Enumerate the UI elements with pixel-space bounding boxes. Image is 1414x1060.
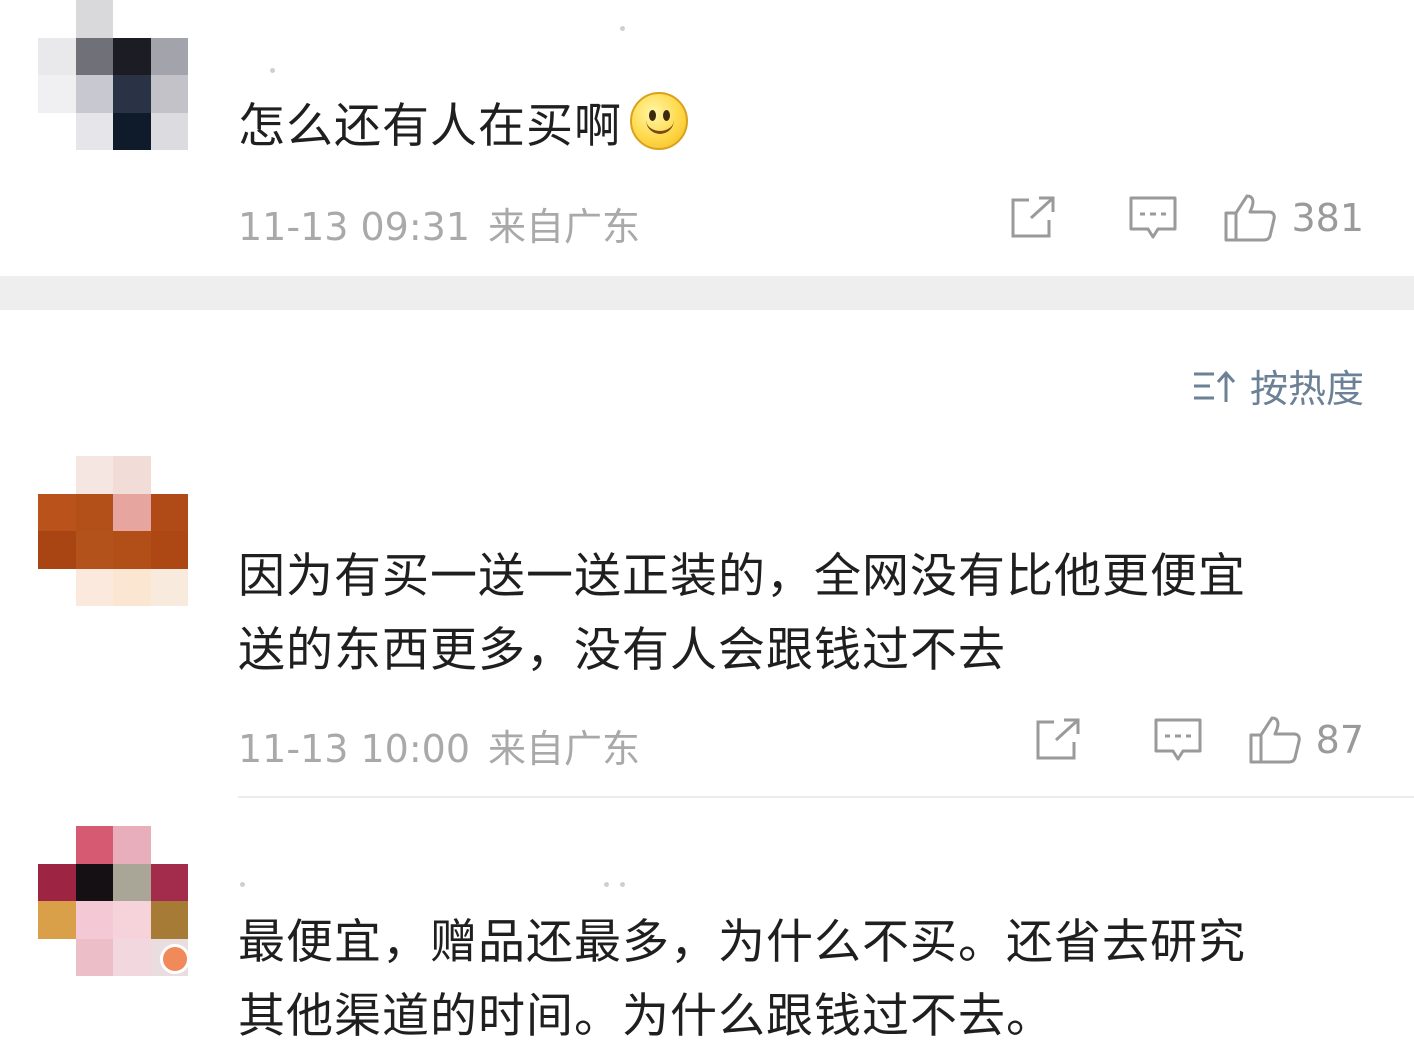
comment-icon xyxy=(1154,718,1202,761)
username-placeholder xyxy=(270,68,275,73)
like-button[interactable]: 87 xyxy=(1248,710,1364,770)
comment-location: 来自广东 xyxy=(488,205,641,249)
reply-button[interactable] xyxy=(1093,188,1213,248)
share-icon xyxy=(1011,196,1055,238)
username-placeholder xyxy=(620,26,625,31)
share-button[interactable] xyxy=(998,710,1118,770)
comment-actions: 87 xyxy=(998,710,1364,770)
comment-meta: 11-13 09:31 来自广东 xyxy=(238,196,640,251)
comment-actions: 381 xyxy=(973,188,1364,248)
share-button[interactable] xyxy=(973,188,1093,248)
comment-text-line: 其他渠道的时间。为什么跟钱过不去。 xyxy=(238,989,1054,1044)
sort-icon xyxy=(1193,370,1236,402)
sort-toggle[interactable]: 按热度 xyxy=(1192,358,1364,413)
reply-button[interactable] xyxy=(1118,710,1238,770)
avatar[interactable] xyxy=(38,0,188,150)
username-placeholder xyxy=(604,882,609,887)
comment-text: 怎么还有人在买啊 xyxy=(238,90,688,164)
thumbs-up-icon xyxy=(1249,716,1301,764)
sort-label: 按热度 xyxy=(1249,367,1364,411)
comment-date: 11-13 09:31 xyxy=(238,205,471,249)
comment-date: 11-13 10:00 xyxy=(238,727,471,771)
share-icon xyxy=(1036,718,1080,760)
comment-text: 因为有买一送一送正装的，全网没有比他更便宜 送的东西更多，没有人会跟钱过不去 xyxy=(238,540,1246,688)
like-count: 381 xyxy=(1291,196,1364,240)
like-count: 87 xyxy=(1315,718,1364,762)
like-button[interactable]: 381 xyxy=(1223,188,1364,248)
comment-meta: 11-13 10:00 来自广东 xyxy=(238,718,640,773)
thumbs-up-icon xyxy=(1224,194,1277,242)
avatar[interactable] xyxy=(38,456,188,606)
verified-badge-icon xyxy=(160,944,190,974)
comment-text: 最便宜，赠品还最多，为什么不买。还省去研究 其他渠道的时间。为什么跟钱过不去。 xyxy=(238,906,1246,1054)
comment-text-line: 送的东西更多，没有人会跟钱过不去 xyxy=(238,623,1006,678)
comment-text-line: 因为有买一送一送正装的，全网没有比他更便宜 xyxy=(238,549,1246,604)
username-placeholder xyxy=(240,882,245,887)
comment-icon xyxy=(1129,196,1177,239)
username-placeholder xyxy=(620,882,625,887)
comment-text-line: 最便宜，赠品还最多，为什么不买。还省去研究 xyxy=(238,915,1246,970)
section-separator xyxy=(0,276,1414,310)
comment-location: 来自广东 xyxy=(488,727,641,771)
smile-icon xyxy=(630,92,688,150)
divider xyxy=(238,796,1414,798)
